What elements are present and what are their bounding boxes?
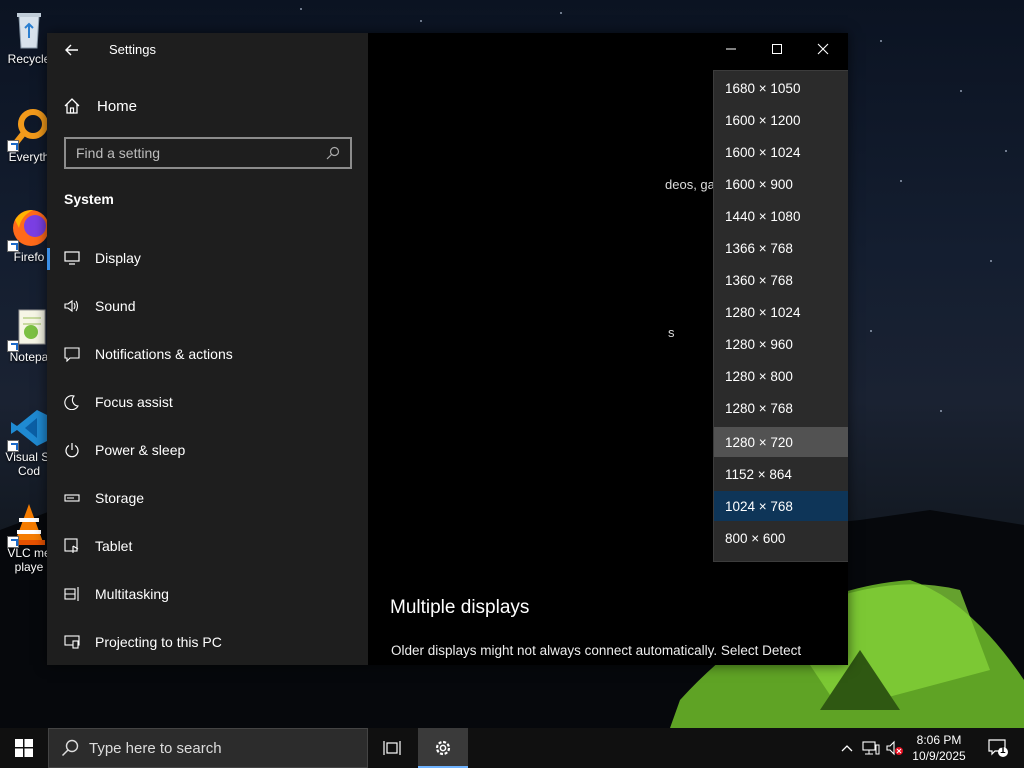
nav-item-label: Multitasking [95, 586, 169, 602]
shortcut-arrow-icon [7, 140, 19, 152]
nav-item-sound[interactable]: Sound [47, 284, 368, 328]
resolution-option[interactable]: 1280 × 1024 [714, 297, 848, 327]
nav-item-label: Sound [95, 298, 136, 314]
everything-search-icon [7, 106, 51, 152]
taskbar-search-placeholder: Type here to search [89, 739, 222, 757]
nav-item-display[interactable]: Display [47, 236, 368, 280]
search-icon [326, 146, 340, 160]
chevron-up-icon [841, 745, 853, 752]
firefox-icon [7, 206, 51, 252]
shortcut-arrow-icon [7, 440, 19, 452]
task-view-icon [383, 741, 401, 755]
system-clock[interactable]: 8:06 PM 10/9/2025 [906, 732, 972, 764]
back-arrow-icon [65, 44, 78, 56]
clock-time: 8:06 PM [916, 733, 962, 747]
section-heading-system: System [64, 191, 114, 207]
find-setting-input[interactable]: Find a setting [64, 137, 352, 169]
windows-logo-icon [15, 739, 33, 757]
partial-setting-text: s [668, 325, 675, 340]
minimize-icon [726, 48, 736, 50]
vscode-icon [7, 406, 51, 452]
shortcut-arrow-icon [7, 340, 19, 352]
monitor-icon [63, 249, 81, 267]
resolution-option[interactable]: 1440 × 1080 [714, 201, 848, 231]
content-pane: deos, games and apps s Multiple displays… [368, 33, 848, 665]
settings-window: Settings Home Find a setting System Disp… [47, 33, 848, 665]
notification-icon [63, 345, 81, 363]
taskbar-search-box[interactable]: Type here to search [48, 728, 368, 768]
nav-item-label: Focus assist [95, 394, 173, 410]
nav-item-storage[interactable]: Storage [47, 476, 368, 520]
resolution-option[interactable]: 1600 × 900 [714, 169, 848, 199]
resolution-option[interactable]: 1280 × 768 [714, 393, 848, 423]
nav-item-notifications[interactable]: Notifications & actions [47, 332, 368, 376]
notepad-plus-plus-icon [7, 306, 51, 352]
resolution-option[interactable]: 1360 × 768 [714, 265, 848, 295]
shortcut-arrow-icon [7, 536, 19, 548]
vlc-icon [7, 502, 51, 548]
resolution-option[interactable]: 1152 × 864 [714, 459, 848, 489]
maximize-icon [772, 44, 782, 54]
power-icon [63, 441, 81, 459]
home-icon [64, 98, 80, 114]
search-icon [61, 739, 79, 757]
nav-item-label: Projecting to this PC [95, 634, 222, 650]
start-button[interactable] [0, 728, 48, 768]
resolution-option[interactable]: 1280 × 960 [714, 329, 848, 359]
nav-item-tablet[interactable]: Tablet [47, 524, 368, 568]
resolution-option[interactable]: 1680 × 1050 [714, 73, 848, 103]
notification-count-badge: 1 [1000, 745, 1006, 756]
clock-date: 10/9/2025 [912, 749, 966, 763]
moon-icon [63, 393, 81, 411]
close-button[interactable] [800, 33, 846, 65]
storage-icon [63, 489, 81, 507]
gear-icon [435, 740, 451, 756]
nav-item-projecting[interactable]: Projecting to this PC [47, 620, 368, 664]
minimize-button[interactable] [708, 33, 754, 65]
resolution-option[interactable]: 1280 × 800 [714, 361, 848, 391]
navigation-pane: Settings Home Find a setting System Disp… [47, 33, 368, 665]
taskbar-settings-app[interactable] [418, 728, 468, 768]
resolution-option[interactable]: 1600 × 1200 [714, 105, 848, 135]
volume-tray-button[interactable] [884, 728, 906, 768]
resolution-option[interactable]: 1366 × 768 [714, 233, 848, 263]
nav-home[interactable]: Home [63, 97, 137, 115]
window-title: Settings [109, 42, 156, 57]
show-hidden-icons-button[interactable] [838, 728, 856, 768]
multiple-displays-description: Older displays might not always connect … [391, 643, 802, 658]
resolution-option-hovered[interactable]: 1280 × 720 [714, 427, 848, 457]
nav-item-label: Tablet [95, 538, 133, 554]
resolution-option-selected[interactable]: 1024 × 768 [714, 491, 848, 521]
shortcut-arrow-icon [7, 240, 19, 252]
nav-item-label: Display [95, 250, 141, 266]
projecting-icon [63, 633, 81, 651]
task-view-button[interactable] [372, 728, 412, 768]
close-icon [817, 43, 829, 55]
nav-item-power-sleep[interactable]: Power & sleep [47, 428, 368, 472]
nav-item-label: Power & sleep [95, 442, 186, 458]
speaker-icon [63, 297, 81, 315]
maximize-button[interactable] [754, 33, 800, 65]
nav-item-label: Storage [95, 490, 145, 506]
nav-item-label: Notifications & actions [95, 346, 233, 362]
resolution-option[interactable]: 1600 × 1024 [714, 137, 848, 167]
nav-item-multitasking[interactable]: Multitasking [47, 572, 368, 616]
tablet-icon [63, 537, 81, 555]
taskbar: Type here to search 8:06 PM 10/9/2025 1 [0, 728, 1024, 768]
multiple-displays-heading: Multiple displays [390, 597, 530, 618]
back-button[interactable] [61, 39, 83, 61]
nav-item-focus-assist[interactable]: Focus assist [47, 380, 368, 424]
recycle-bin-icon [7, 8, 51, 52]
network-tray-button[interactable] [860, 728, 882, 768]
resolution-dropdown-list[interactable]: 1680 × 1050 1600 × 1200 1600 × 1024 1600… [713, 70, 848, 562]
search-placeholder: Find a setting [76, 145, 161, 161]
action-center-button[interactable]: 1 [978, 728, 1018, 768]
multitasking-icon [63, 585, 81, 603]
nav-home-label: Home [97, 97, 138, 115]
resolution-option[interactable]: 800 × 600 [714, 523, 848, 553]
network-icon [862, 741, 880, 755]
volume-muted-icon [886, 740, 903, 756]
